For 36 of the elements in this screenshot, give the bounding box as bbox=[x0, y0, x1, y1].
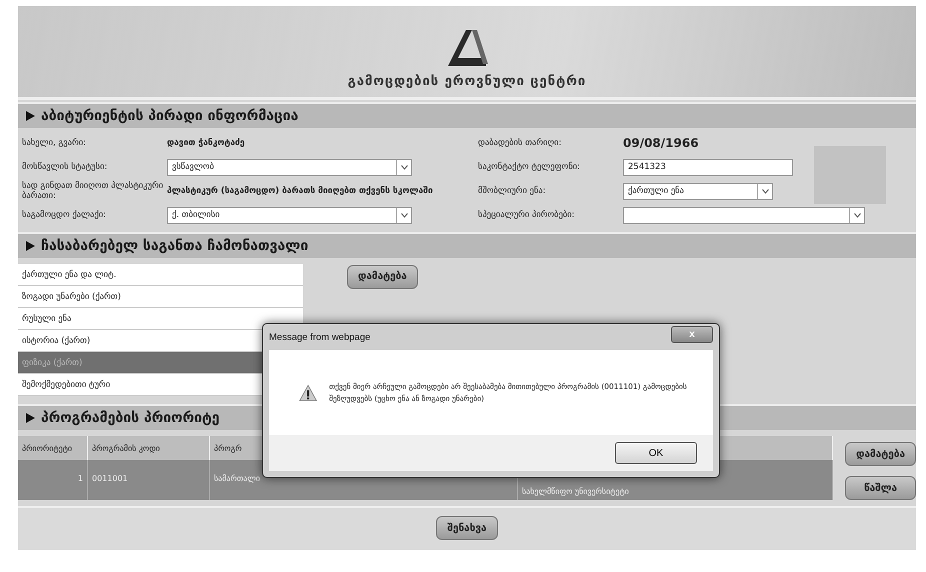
section-heading: პროგრამების პრიორიტე bbox=[41, 410, 220, 426]
triangle-icon bbox=[26, 241, 35, 251]
field-label: საკონტაქტო ტელეფონი: bbox=[478, 162, 582, 172]
dropdown[interactable] bbox=[623, 206, 865, 224]
field-value: დავით ჭანკოტაძე bbox=[167, 138, 246, 148]
site-title: გამოცდების ეროვნული ცენტრი bbox=[348, 74, 586, 89]
add-button[interactable]: დამატება bbox=[845, 442, 916, 466]
field-label: სპეციალური პირობები: bbox=[478, 210, 576, 220]
field-value: პლასტიკურ (საგამოცდო) ბარათს მიიღებთ თქვენს სკოლაში bbox=[167, 186, 434, 196]
table-cell: 0011001 bbox=[92, 474, 128, 482]
field-value: 09/08/1966 bbox=[623, 136, 700, 150]
field-label: საგამოცდო ქალაქი: bbox=[22, 210, 107, 220]
section-heading: აბიტურიენტის პირადი ინფორმაცია bbox=[41, 108, 298, 124]
table-cell: სახელმწიფო უნივერსიტეტი bbox=[522, 487, 629, 496]
field-label: მოსწავლის სტატუსი: bbox=[22, 162, 108, 172]
dropdown[interactable]: ვსწავლობ bbox=[167, 158, 412, 176]
triangle-icon bbox=[26, 413, 35, 423]
table-cell: 1 bbox=[78, 474, 83, 482]
ok-button[interactable]: OK bbox=[615, 442, 697, 464]
dropdown[interactable]: ქ. თბილისი bbox=[167, 206, 412, 224]
delete-button[interactable]: წაშლა bbox=[845, 476, 916, 500]
input-field[interactable]: 2541323 bbox=[623, 158, 793, 176]
chevron-icon bbox=[762, 188, 768, 194]
add-button[interactable]: დამატება bbox=[347, 264, 418, 288]
triangle-icon bbox=[26, 111, 35, 121]
dropdown[interactable]: ქართული ენა bbox=[623, 182, 773, 200]
field-label: სახელი, გვარი: bbox=[22, 138, 88, 148]
chevron-icon bbox=[400, 164, 408, 170]
field-label: დაბადების თარიღი: bbox=[478, 138, 562, 148]
save-button[interactable]: შენახვა bbox=[436, 516, 498, 540]
chevron-icon bbox=[400, 212, 408, 218]
table-cell: სამართალი bbox=[214, 474, 260, 482]
field-label: სად გინდათ მიიღოთ პლასტიკური ბარათი: bbox=[22, 181, 164, 201]
section-heading: ჩასაბარებელ საგანთა ჩამონათვალი bbox=[41, 238, 308, 254]
field-label: მშობლიური ენა: bbox=[478, 186, 547, 196]
chevron-icon bbox=[854, 212, 860, 218]
